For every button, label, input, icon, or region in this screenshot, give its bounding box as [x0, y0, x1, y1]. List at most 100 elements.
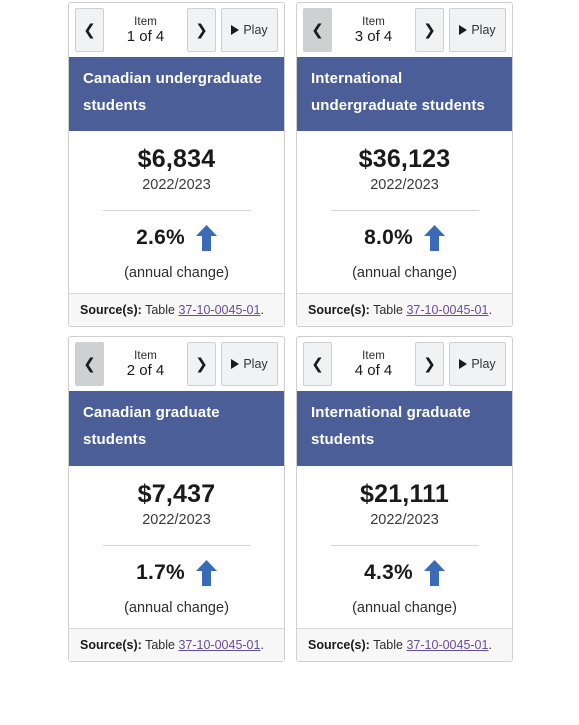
stat-card-international-graduate: ❮ Item 4 of 4 ❯ Play International gradu…: [296, 336, 513, 662]
source-label: Source(s):: [308, 637, 370, 652]
annual-change-note: (annual change): [352, 599, 457, 616]
play-button[interactable]: Play: [221, 342, 278, 387]
card-row-top: ❮ Item 1 of 4 ❯ Play Canadian undergradu…: [68, 2, 513, 328]
stat-card-canadian-undergraduate: ❮ Item 1 of 4 ❯ Play Canadian undergradu…: [68, 2, 285, 328]
card-body: $6,834 2022/2023 2.6% (annual change): [69, 131, 284, 293]
carousel-controls: ❮ Item 3 of 4 ❯ Play: [297, 3, 512, 57]
card-title: International graduate students: [297, 391, 512, 466]
annual-change-value: 4.3%: [364, 560, 413, 584]
card-source-footer: Source(s): Table 37-10-0045-01.: [69, 293, 284, 327]
play-triangle-icon: [231, 25, 240, 35]
play-button[interactable]: Play: [449, 342, 506, 387]
play-button-label: Play: [243, 23, 268, 37]
chevron-left-icon: ❮: [83, 354, 96, 373]
arrow-up-icon: [423, 225, 445, 252]
annual-change-value: 1.7%: [136, 560, 185, 584]
source-table-word: Table: [373, 637, 403, 652]
previous-item-button[interactable]: ❮: [303, 8, 332, 52]
item-counter: Item 4 of 4: [337, 342, 410, 387]
annual-change-note: (annual change): [124, 265, 229, 282]
item-counter-position: 2 of 4: [126, 362, 165, 380]
previous-item-button[interactable]: ❮: [75, 342, 104, 387]
source-table-word: Table: [373, 303, 403, 318]
stat-card-international-undergraduate: ❮ Item 3 of 4 ❯ Play International under…: [296, 2, 513, 328]
carousel-controls: ❮ Item 4 of 4 ❯ Play: [297, 337, 512, 391]
item-counter: Item 3 of 4: [337, 8, 410, 52]
card-source-footer: Source(s): Table 37-10-0045-01.: [297, 293, 512, 327]
tuition-value: $7,437: [137, 479, 216, 508]
card-source-footer: Source(s): Table 37-10-0045-01.: [297, 627, 512, 661]
change-row: 1.7%: [136, 559, 217, 586]
source-table-link[interactable]: 37-10-0045-01: [406, 638, 488, 652]
arrow-up-icon: [195, 559, 217, 586]
play-button-label: Play: [243, 357, 268, 372]
annual-change-value: 8.0%: [364, 226, 413, 250]
card-row-bottom: ❮ Item 2 of 4 ❯ Play Canadian graduate s…: [68, 336, 513, 662]
tuition-value: $6,834: [137, 145, 216, 174]
chevron-right-icon: ❯: [195, 20, 208, 39]
source-period: .: [488, 637, 492, 652]
source-table-link[interactable]: 37-10-0045-01: [406, 303, 488, 317]
source-table-link[interactable]: 37-10-0045-01: [178, 303, 260, 317]
stat-card-canadian-graduate: ❮ Item 2 of 4 ❯ Play Canadian graduate s…: [68, 336, 285, 662]
card-body: $7,437 2022/2023 1.7% (annual change): [69, 466, 284, 628]
section-divider: [330, 544, 479, 546]
item-counter-position: 1 of 4: [126, 27, 165, 45]
tuition-value: $36,123: [358, 145, 451, 174]
item-counter-position: 4 of 4: [354, 362, 393, 380]
previous-item-button[interactable]: ❮: [303, 342, 332, 387]
play-button[interactable]: Play: [221, 8, 278, 52]
card-title: Canadian graduate students: [69, 391, 284, 466]
play-triangle-icon: [231, 359, 240, 370]
item-counter: Item 1 of 4: [109, 8, 182, 52]
change-row: 2.6%: [136, 225, 217, 252]
annual-change-value: 2.6%: [136, 226, 185, 250]
carousel-controls: ❮ Item 2 of 4 ❯ Play: [69, 337, 284, 391]
card-title: Canadian undergraduate students: [69, 57, 284, 132]
reference-period: 2022/2023: [370, 511, 439, 528]
item-counter-label: Item: [134, 349, 157, 362]
chevron-right-icon: ❯: [423, 354, 436, 373]
source-table-word: Table: [145, 637, 175, 652]
reference-period: 2022/2023: [142, 511, 211, 528]
item-counter-label: Item: [362, 349, 385, 362]
source-period: .: [260, 303, 264, 318]
change-row: 8.0%: [364, 225, 445, 252]
item-counter-position: 3 of 4: [354, 27, 393, 45]
annual-change-note: (annual change): [352, 265, 457, 282]
section-divider: [330, 210, 479, 212]
reference-period: 2022/2023: [370, 177, 439, 194]
source-period: .: [260, 637, 264, 652]
arrow-up-icon: [423, 559, 445, 586]
source-label: Source(s):: [80, 637, 142, 652]
reference-period: 2022/2023: [142, 177, 211, 194]
arrow-up-icon: [195, 225, 217, 252]
chevron-left-icon: ❮: [311, 354, 324, 373]
tuition-value: $21,111: [359, 479, 449, 508]
change-row: 4.3%: [364, 559, 445, 586]
chevron-left-icon: ❮: [83, 20, 96, 39]
next-item-button[interactable]: ❯: [415, 8, 444, 52]
item-counter: Item 2 of 4: [109, 342, 182, 387]
play-button-label: Play: [471, 23, 496, 37]
source-label: Source(s):: [80, 303, 142, 318]
next-item-button[interactable]: ❯: [187, 342, 216, 387]
source-table-link[interactable]: 37-10-0045-01: [178, 638, 260, 652]
play-triangle-icon: [459, 25, 468, 35]
card-body: $36,123 2022/2023 8.0% (annual change): [297, 131, 512, 293]
chevron-right-icon: ❯: [195, 354, 208, 373]
chevron-left-icon: ❮: [311, 20, 324, 39]
source-period: .: [488, 303, 492, 318]
section-divider: [102, 544, 251, 546]
play-triangle-icon: [459, 359, 468, 370]
source-table-word: Table: [145, 303, 175, 318]
item-counter-label: Item: [362, 15, 385, 28]
previous-item-button[interactable]: ❮: [75, 8, 104, 52]
source-label: Source(s):: [308, 303, 370, 318]
play-button-label: Play: [471, 357, 496, 372]
next-item-button[interactable]: ❯: [415, 342, 444, 387]
next-item-button[interactable]: ❯: [187, 8, 216, 52]
tuition-cards-grid: ❮ Item 1 of 4 ❯ Play Canadian undergradu…: [0, 2, 579, 725]
section-divider: [102, 210, 251, 212]
play-button[interactable]: Play: [449, 8, 506, 52]
